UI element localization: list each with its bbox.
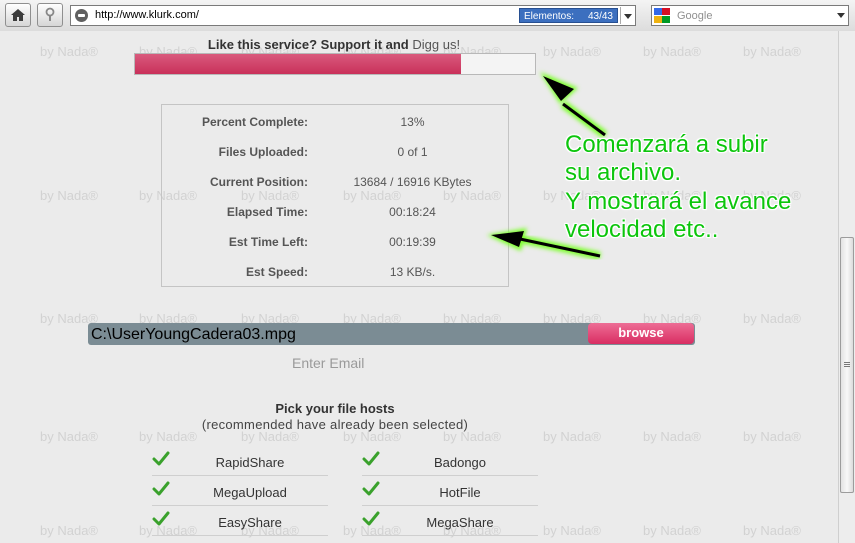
- url-text[interactable]: http://www.klurk.com/: [95, 9, 199, 21]
- url-history-dropdown[interactable]: [620, 7, 635, 24]
- search-placeholder[interactable]: Google: [677, 10, 712, 22]
- checkmark-icon[interactable]: [362, 451, 380, 467]
- home-icon: [11, 9, 25, 21]
- annotation-line: velocidad etc..: [565, 216, 719, 243]
- home-button[interactable]: [5, 3, 31, 27]
- hosts-title: Pick your file hosts: [275, 401, 395, 416]
- host-name: Badongo: [433, 455, 487, 470]
- google-icon[interactable]: [654, 8, 670, 23]
- scrollbar-thumb[interactable]: [840, 237, 854, 493]
- email-input[interactable]: Enter Email: [292, 355, 364, 371]
- host-name: RapidShare: [215, 455, 285, 470]
- annotation-line: su archivo.: [565, 159, 682, 186]
- host-option-easyshare[interactable]: EasyShare: [152, 511, 328, 536]
- checkmark-icon[interactable]: [152, 451, 170, 467]
- host-option-badongo[interactable]: Badongo: [362, 451, 538, 476]
- browser-toolbar: http://www.klurk.com/ Elementos: 43/43 G…: [0, 0, 855, 32]
- checkmark-icon[interactable]: [152, 481, 170, 497]
- host-name: EasyShare: [218, 515, 282, 530]
- key-icon: [45, 7, 55, 21]
- checkmark-icon[interactable]: [152, 511, 170, 527]
- page-content: by Nada® by Nada® by Nada® by Nada® by Nada®…: [0, 31, 838, 543]
- host-option-rapidshare[interactable]: RapidShare: [152, 451, 328, 476]
- find-count: 43/43: [587, 11, 613, 22]
- browse-button[interactable]: browse: [588, 323, 694, 344]
- find-label: Elementos:: [524, 11, 575, 22]
- grip-icon: [844, 362, 850, 363]
- search-bar[interactable]: Google: [651, 5, 849, 26]
- host-option-hotfile[interactable]: HotFile: [362, 481, 538, 506]
- annotation-line: Y mostrará el avance: [565, 188, 792, 215]
- host-option-megashare[interactable]: MegaShare: [362, 511, 538, 536]
- url-bar[interactable]: http://www.klurk.com/ Elementos: 43/43: [70, 5, 636, 26]
- vertical-scrollbar[interactable]: [838, 31, 855, 543]
- hosts-subtitle: (recommended have already been selected): [201, 417, 469, 432]
- annotation-line: Comenzará a subir: [565, 131, 768, 158]
- host-option-megaupload[interactable]: MegaUpload: [152, 481, 328, 506]
- arrow-to-progress: [540, 72, 608, 139]
- host-name: MegaShare: [426, 515, 494, 530]
- checkmark-icon[interactable]: [362, 481, 380, 497]
- site-info-icon[interactable]: [75, 9, 88, 22]
- file-path-text[interactable]: C:\UserYoungCadera03.mpg: [91, 326, 296, 344]
- find-count-badge: Elementos: 43/43: [519, 8, 618, 23]
- checkmark-icon[interactable]: [362, 511, 380, 527]
- search-engine-dropdown-icon[interactable]: [837, 13, 845, 18]
- host-name: MegaUpload: [213, 485, 287, 500]
- security-button[interactable]: [37, 3, 63, 27]
- host-name: HotFile: [439, 485, 481, 500]
